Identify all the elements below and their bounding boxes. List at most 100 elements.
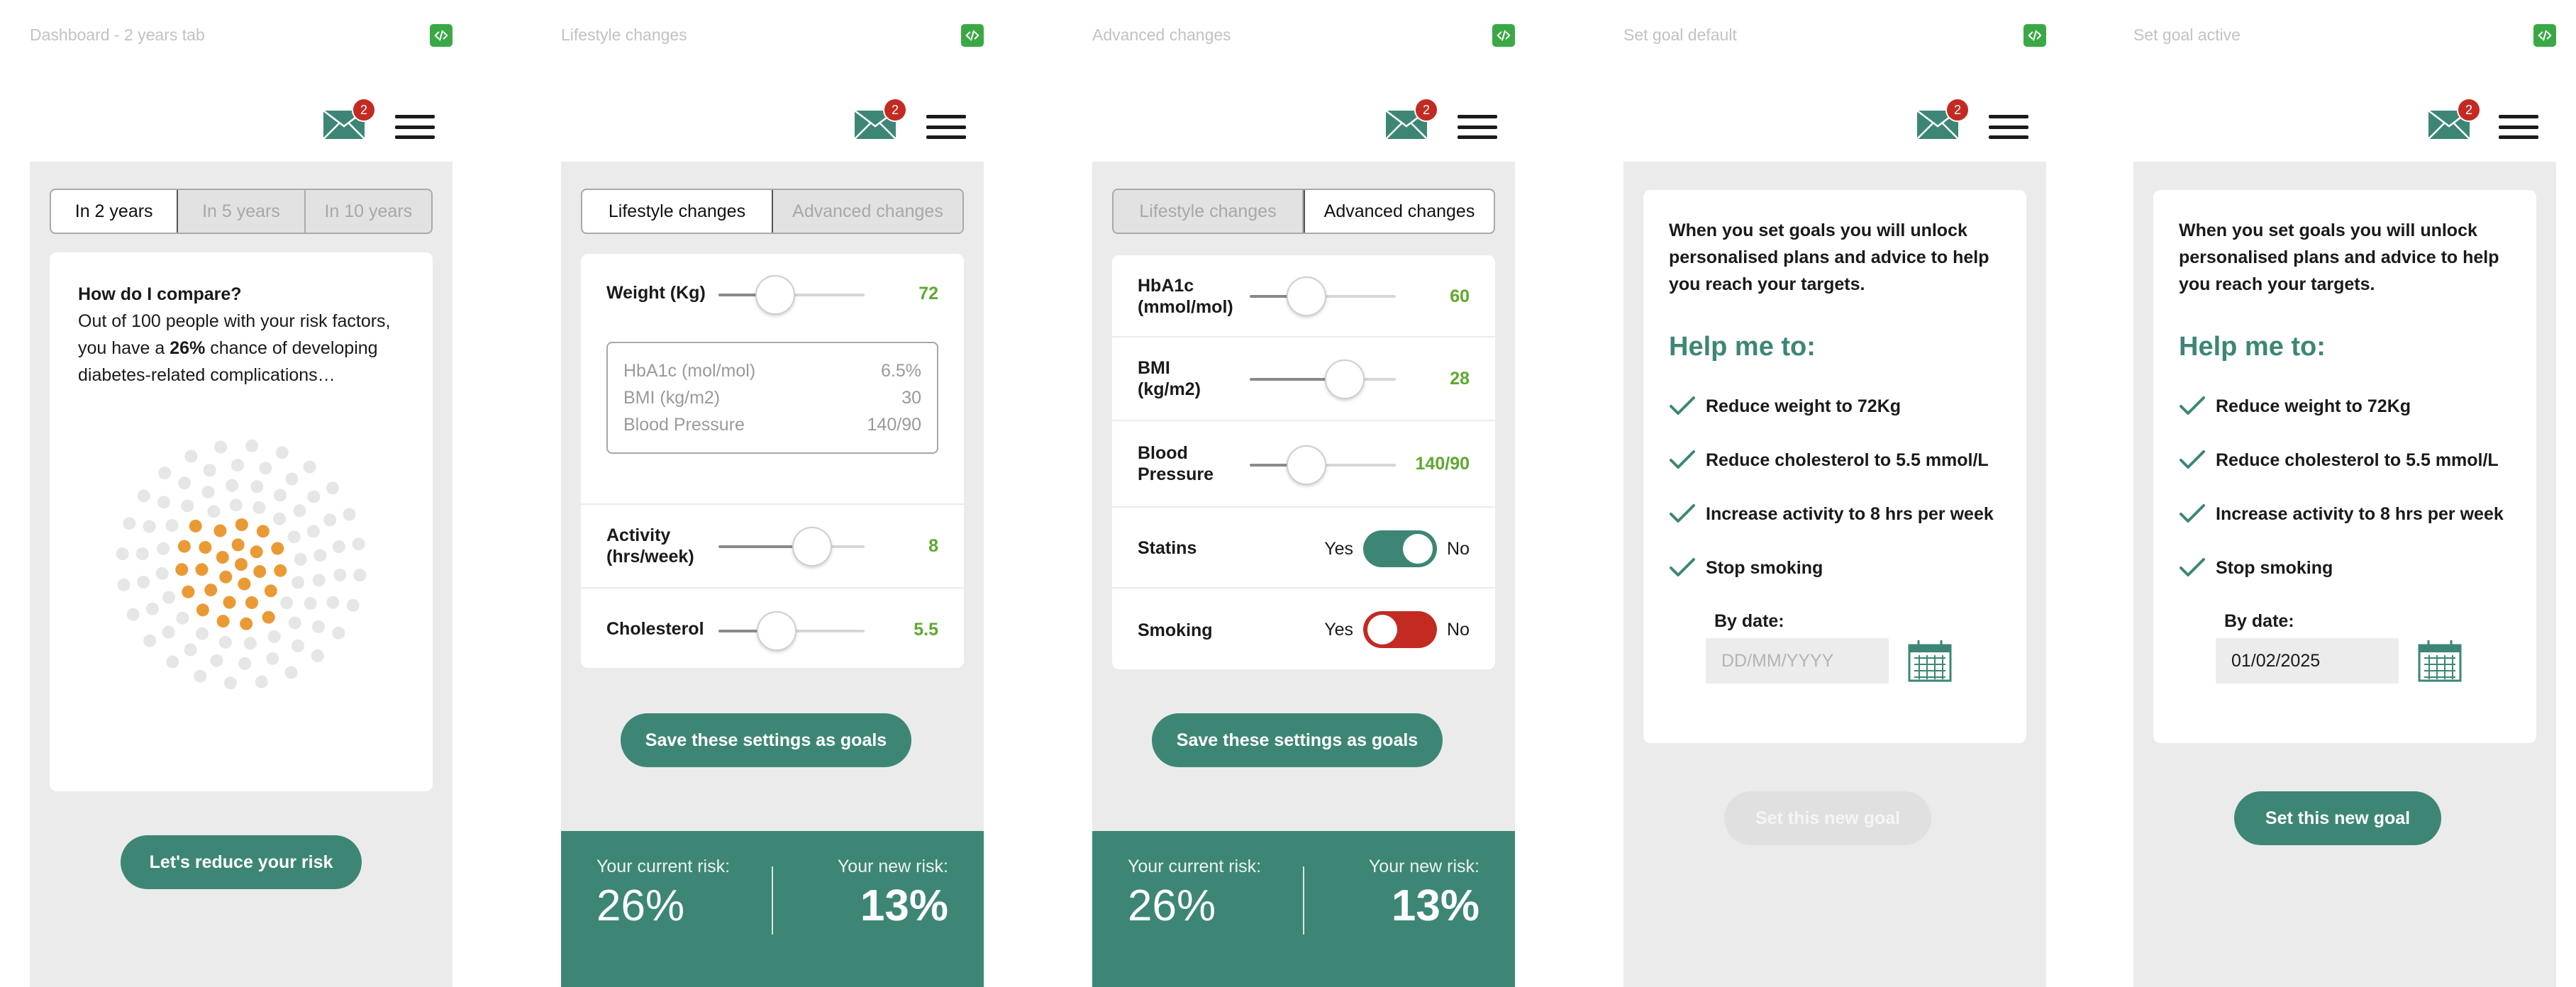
risk-dot [307, 490, 321, 503]
slider-handle[interactable] [792, 527, 832, 567]
tab-lifestyle-changes[interactable]: Lifestyle changes [582, 190, 773, 233]
code-icon[interactable] [2023, 24, 2046, 47]
save-goals-button[interactable]: Save these settings as goals [1152, 713, 1443, 767]
screen-label: Advanced changes [1092, 26, 1231, 44]
smoking-toggle[interactable] [1363, 611, 1438, 648]
risk-dot [294, 552, 307, 566]
toggle-no-label: No [1447, 538, 1470, 559]
code-icon[interactable] [2533, 24, 2556, 47]
risk-dot [201, 486, 215, 499]
risk-dot-affected [238, 577, 251, 591]
tab-advanced-changes[interactable]: Advanced changes [773, 190, 962, 233]
screen-label: Set goal default [1623, 26, 1737, 44]
statins-toggle[interactable] [1363, 530, 1438, 567]
slider-handle[interactable] [1287, 445, 1326, 485]
weight-row: Weight (Kg) 72 HbA1c (mol/mol) 6.5% BMI (… [581, 254, 964, 505]
risk-summary: Your current risk: 26% Your new risk: 13% [561, 831, 984, 987]
risk-dot [126, 608, 140, 621]
menu-icon[interactable] [2499, 115, 2538, 139]
risk-dot [176, 611, 189, 625]
mail-icon[interactable]: 2 [323, 98, 376, 139]
risk-dot [157, 542, 170, 555]
bp-slider[interactable] [1250, 445, 1396, 485]
slider-handle[interactable] [755, 275, 795, 315]
tab-2-years[interactable]: In 2 years [51, 190, 179, 233]
tab-lifestyle-changes[interactable]: Lifestyle changes [1114, 190, 1304, 233]
risk-dot-affected [235, 518, 248, 531]
time-tabs: In 2 years In 5 years In 10 years [50, 189, 433, 234]
compare-text: How do I compare? Out of 100 people with… [50, 252, 433, 389]
bmi-slider[interactable] [1250, 359, 1396, 399]
code-icon[interactable] [1492, 24, 1515, 47]
menu-icon[interactable] [1989, 115, 2028, 139]
screen-label: Dashboard - 2 years tab [30, 26, 205, 44]
screen-label: Lifestyle changes [561, 26, 687, 44]
reduce-risk-button[interactable]: Let's reduce your risk [121, 835, 362, 889]
menu-icon[interactable] [1458, 115, 1497, 139]
content-panel: Lifestyle changes Advanced changes HbA1c… [1092, 162, 1515, 987]
new-risk-value: 13% [1391, 881, 1479, 930]
tab-10-years[interactable]: In 10 years [305, 190, 431, 233]
by-date-label: By date: [2224, 611, 2294, 631]
goal-list: Reduce weight to 72Kg Reduce cholesterol… [2153, 362, 2536, 595]
menu-icon[interactable] [395, 115, 435, 139]
save-goals-button[interactable]: Save these settings as goals [621, 713, 911, 767]
tab-5-years[interactable]: In 5 years [178, 190, 306, 233]
risk-dot-affected [253, 565, 267, 578]
date-field[interactable]: 01/02/2025 [2216, 638, 2399, 684]
activity-slider[interactable] [718, 527, 865, 567]
bmi-row: BMI (kg/m2) 28 [1112, 338, 1495, 421]
mail-icon[interactable]: 2 [1386, 98, 1438, 139]
risk-dot-affected [175, 563, 189, 576]
tab-advanced-changes[interactable]: Advanced changes [1304, 190, 1494, 233]
screen-label: Set goal active [2133, 26, 2241, 44]
mail-icon[interactable]: 2 [1917, 98, 1970, 139]
risk-dot-affected [177, 540, 191, 553]
risk-dot [145, 602, 159, 615]
risk-dot-affected [245, 596, 258, 609]
compare-line2: you have a 26% chance of developing [78, 338, 378, 358]
risk-dot [303, 460, 316, 474]
risk-dot [323, 513, 337, 527]
goal-intro: When you set goals you will unlock person… [1669, 221, 1989, 294]
risk-dot [332, 626, 345, 640]
goal-card: When you set goals you will unlock person… [1643, 190, 2026, 743]
mail-icon[interactable]: 2 [2428, 98, 2481, 139]
cholesterol-row: Cholesterol 5.5 [581, 589, 964, 668]
calendar-icon[interactable] [1907, 638, 1953, 684]
code-icon[interactable] [961, 24, 984, 47]
risk-dot [203, 464, 216, 477]
change-tabs: Lifestyle changes Advanced changes [581, 189, 964, 234]
settings-card: Weight (Kg) 72 HbA1c (mol/mol) 6.5% BMI (… [581, 254, 964, 668]
risk-dot [284, 666, 298, 679]
hba1c-slider[interactable] [1250, 277, 1396, 316]
set-goal-button[interactable]: Set this new goal [2234, 791, 2441, 845]
risk-dot [158, 467, 172, 480]
current-risk-value: 26% [1128, 881, 1216, 930]
calendar-icon[interactable] [2417, 638, 2463, 684]
slider-handle[interactable] [1287, 277, 1326, 316]
mail-icon[interactable]: 2 [855, 98, 907, 139]
risk-dot [353, 569, 367, 581]
risk-dot [259, 462, 272, 475]
risk-dot-affected [195, 563, 209, 576]
cholesterol-label: Cholesterol [606, 619, 704, 639]
risk-dot [333, 568, 347, 581]
risk-dot-affected [199, 541, 212, 554]
new-risk-label: Your new risk: [1368, 857, 1479, 876]
set-goal-button[interactable]: Set this new goal [1724, 791, 1931, 845]
slider-handle[interactable] [757, 611, 796, 651]
code-icon[interactable] [430, 24, 453, 47]
risk-dot [312, 620, 326, 633]
date-field[interactable]: DD/MM/YYYY [1706, 638, 1889, 684]
risk-dot [311, 649, 324, 662]
smoking-label: Smoking [1138, 620, 1213, 640]
check-icon [1670, 558, 1695, 576]
toggle-yes-label: Yes [1324, 538, 1354, 559]
menu-icon[interactable] [926, 115, 966, 139]
cholesterol-slider[interactable] [718, 611, 865, 651]
weight-slider[interactable] [718, 275, 865, 315]
bp-value: 140/90 [1415, 454, 1470, 474]
risk-dot [343, 508, 356, 521]
slider-handle[interactable] [1325, 359, 1365, 399]
